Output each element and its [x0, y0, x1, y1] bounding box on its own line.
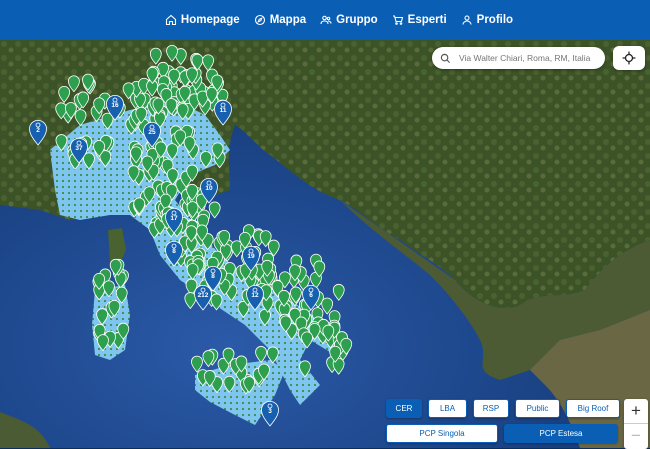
nav-homepage-label: Homepage — [180, 14, 240, 26]
green-pin[interactable] — [83, 152, 95, 170]
green-pin[interactable] — [223, 375, 236, 393]
filter-panel: CER LBA RSP Public Big Roof PCP Singola … — [386, 399, 620, 449]
green-pin[interactable] — [96, 308, 109, 326]
green-pin[interactable] — [301, 331, 313, 349]
green-pin[interactable] — [166, 45, 178, 62]
cluster-count: 25 — [148, 129, 156, 136]
green-pin[interactable] — [210, 293, 223, 311]
search-input[interactable] — [457, 52, 601, 64]
nav-esperti[interactable]: Esperti — [392, 14, 447, 26]
cluster-count: 10 — [205, 185, 213, 192]
green-pin[interactable] — [149, 47, 162, 65]
crosshair-icon — [622, 51, 636, 65]
green-pin[interactable] — [186, 263, 199, 281]
filter-public-button[interactable]: Public — [515, 399, 560, 418]
filter-rsp-button[interactable]: RSP — [473, 399, 509, 418]
top-navbar: Homepage Mappa Gruppo Esperti Profilo — [0, 0, 650, 40]
green-pin[interactable] — [68, 75, 80, 93]
map-pins: 2 16 37 25 11 17 8 10 8 212 19 12 6 3 — [29, 45, 353, 427]
cluster-marker[interactable]: 2 — [29, 120, 47, 146]
nav-profilo-label: Profilo — [476, 14, 514, 26]
filter-pcp-singola-button[interactable]: PCP Singola — [386, 424, 498, 443]
green-pin[interactable] — [58, 86, 71, 103]
green-pin[interactable] — [255, 346, 267, 364]
compass-icon — [254, 14, 265, 26]
cluster-marker[interactable]: 11 — [214, 100, 232, 126]
filter-row-1: CER LBA RSP Public Big Roof — [386, 399, 620, 418]
user-icon — [462, 15, 472, 25]
green-pin[interactable] — [259, 309, 271, 326]
cluster-count: 3 — [268, 408, 272, 415]
main-nav: Homepage Mappa Gruppo Esperti Profilo — [165, 14, 513, 26]
home-icon — [165, 14, 176, 26]
nav-profilo[interactable]: Profilo — [461, 14, 513, 26]
green-pin[interactable] — [208, 201, 221, 219]
cluster-count: 11 — [220, 107, 227, 114]
green-pin[interactable] — [97, 334, 109, 352]
zoom-in-button[interactable]: + — [624, 399, 648, 423]
group-icon — [320, 15, 332, 25]
filter-lba-button[interactable]: LBA — [428, 399, 467, 418]
nav-gruppo[interactable]: Gruppo — [320, 14, 378, 26]
filter-big-roof-button[interactable]: Big Roof — [566, 399, 620, 418]
nav-esperti-label: Esperti — [407, 14, 447, 26]
zoom-control: + − — [624, 399, 648, 449]
green-pin[interactable] — [74, 109, 87, 127]
green-pin[interactable] — [55, 134, 68, 152]
cluster-count: 2 — [36, 127, 40, 134]
zoom-out-button[interactable]: − — [624, 423, 648, 448]
nav-mappa-label: Mappa — [269, 14, 307, 26]
cluster-marker[interactable]: 212 — [194, 285, 212, 311]
cart-icon — [392, 15, 403, 25]
green-pin[interactable] — [166, 143, 179, 161]
green-pin[interactable] — [299, 360, 311, 378]
nav-homepage[interactable]: Homepage — [165, 14, 240, 26]
cluster-count: 17 — [170, 215, 178, 222]
locate-button[interactable] — [613, 46, 645, 70]
cluster-count: 6 — [309, 292, 313, 299]
green-pin[interactable] — [202, 54, 215, 72]
cluster-count: 37 — [75, 145, 83, 152]
search-icon — [440, 53, 451, 63]
cluster-count: 212 — [198, 292, 209, 299]
cluster-count: 8 — [211, 273, 215, 280]
cluster-count: 8 — [172, 248, 176, 255]
filter-pcp-estesa-button[interactable]: PCP Estesa — [504, 424, 618, 443]
cluster-count: 16 — [111, 102, 119, 109]
cluster-marker[interactable]: 3 — [261, 401, 279, 427]
address-search[interactable] — [432, 47, 605, 69]
green-pin[interactable] — [200, 151, 212, 169]
filter-row-2: PCP Singola PCP Estesa — [386, 424, 620, 443]
satellite-map[interactable]: 2 16 37 25 11 17 8 10 8 212 19 12 6 3 — [0, 40, 650, 448]
green-pin[interactable] — [266, 346, 279, 364]
cluster-count: 19 — [247, 253, 255, 260]
nav-gruppo-label: Gruppo — [336, 14, 378, 26]
filter-cer-button[interactable]: CER — [386, 399, 422, 418]
green-pin[interactable] — [115, 286, 128, 304]
green-pin[interactable] — [332, 283, 345, 301]
nav-mappa[interactable]: Mappa — [254, 14, 306, 26]
cluster-count: 12 — [251, 292, 259, 299]
green-pin[interactable] — [103, 280, 115, 298]
